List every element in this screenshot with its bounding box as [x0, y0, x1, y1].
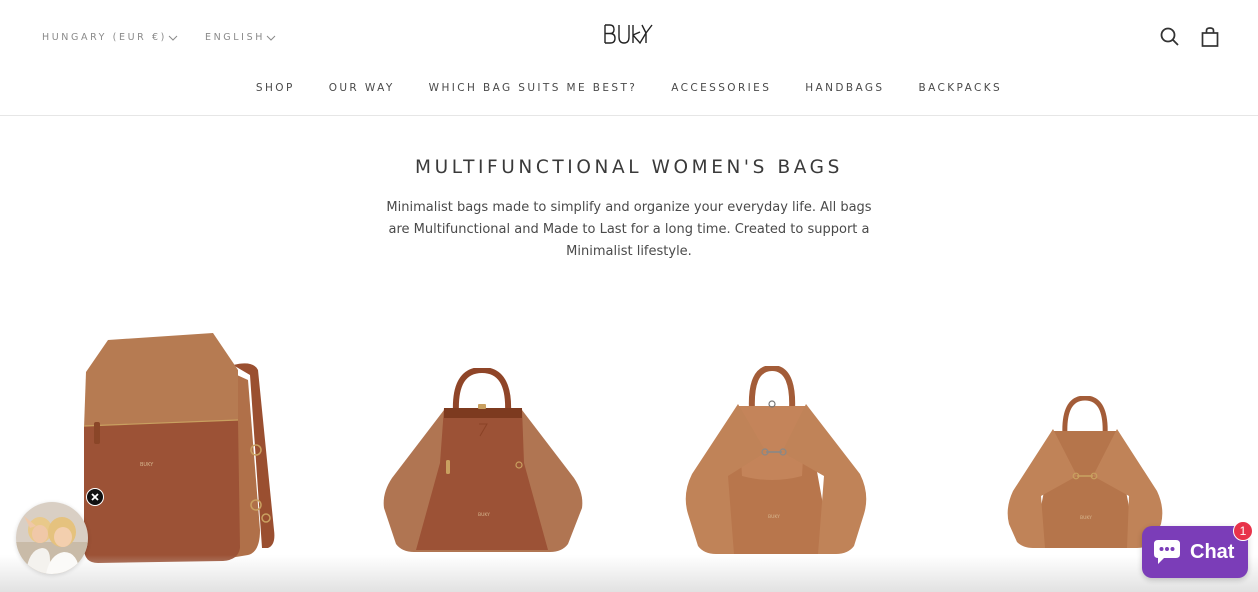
- site-header: HUNGARY (EUR €) ENGLISH BUKY SHOP OUR WA…: [0, 0, 1258, 116]
- chat-label: Chat: [1190, 540, 1235, 563]
- product-image-backpack: BUKY: [83, 333, 275, 563]
- product-card-backpack[interactable]: BUKY: [78, 330, 288, 565]
- nav-item-handbags[interactable]: HANDBAGS: [805, 82, 884, 94]
- chat-bubble-icon: [1154, 540, 1180, 564]
- collection-intro: MULTIFUNCTIONAL WOMEN'S BAGS Minimalist …: [0, 157, 1258, 263]
- chat-button[interactable]: Chat: [1142, 526, 1248, 578]
- nav-item-accessories[interactable]: ACCESSORIES: [671, 82, 771, 94]
- country-selector-label: HUNGARY (EUR €): [42, 32, 167, 43]
- chevron-down-icon: [266, 35, 276, 41]
- buky-logo[interactable]: BUKY: [602, 21, 658, 47]
- product-card-leather-tote[interactable]: BUKY: [382, 368, 584, 556]
- chevron-down-icon: [168, 35, 178, 41]
- nav-item-our-way[interactable]: OUR WAY: [329, 82, 395, 94]
- product-imprint: BUKY: [1080, 515, 1092, 521]
- nav-item-shop[interactable]: SHOP: [256, 82, 295, 94]
- promo-close-button[interactable]: [86, 488, 104, 506]
- product-image-leather-tote: BUKY: [383, 368, 583, 552]
- product-image-suede-triangle-bag-small: BUKY: [1007, 396, 1163, 548]
- product-imprint: BUKY: [478, 512, 490, 518]
- nav-item-which-bag[interactable]: WHICH BAG SUITS ME BEST?: [429, 82, 638, 94]
- language-selector-label: ENGLISH: [205, 32, 265, 43]
- product-image-suede-triangle-bag: BUKY: [685, 366, 867, 554]
- country-currency-selector[interactable]: HUNGARY (EUR €): [42, 32, 178, 43]
- shopping-bag-icon[interactable]: [1199, 26, 1221, 48]
- promo-photo: [16, 502, 88, 574]
- chat-unread-badge: 1: [1233, 521, 1253, 541]
- close-icon: [91, 493, 99, 501]
- product-imprint: BUKY: [768, 514, 780, 520]
- main-navigation: SHOP OUR WAY WHICH BAG SUITS ME BEST? AC…: [0, 82, 1258, 94]
- nav-item-backpacks[interactable]: BACKPACKS: [919, 82, 1003, 94]
- collection-title: MULTIFUNCTIONAL WOMEN'S BAGS: [415, 157, 843, 178]
- product-grid: BUKY BUKY BUKY BUKY: [0, 300, 1258, 592]
- product-card-suede-triangle-bag[interactable]: BUKY: [684, 366, 868, 558]
- collection-description: Minimalist bags made to simplify and org…: [386, 200, 872, 259]
- product-card-suede-triangle-bag-small[interactable]: BUKY: [1005, 396, 1165, 552]
- language-selector[interactable]: ENGLISH: [205, 32, 276, 43]
- product-imprint: BUKY: [140, 462, 154, 468]
- search-icon[interactable]: [1159, 26, 1181, 48]
- promo-popup-avatar[interactable]: [16, 502, 88, 574]
